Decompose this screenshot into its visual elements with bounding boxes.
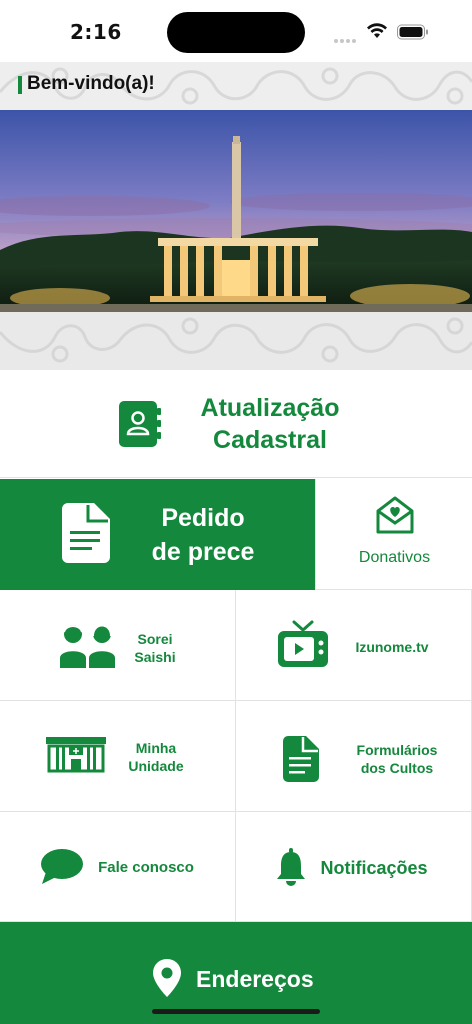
heart-envelope-icon <box>376 496 414 534</box>
home-indicator[interactable] <box>152 1009 320 1014</box>
formularios-line1: Formulários <box>356 742 438 758</box>
tv-icon <box>278 620 328 667</box>
atualizacao-line1: Atualização <box>200 394 340 422</box>
chat-bubble-icon <box>41 849 83 884</box>
pedido-line1: Pedido <box>161 504 245 532</box>
pedido-de-prece-button[interactable]: Pedido de prece <box>0 479 315 590</box>
sorei-line1: Sorei <box>137 631 173 647</box>
location-pin-icon <box>153 959 181 997</box>
welcome-title: Bem-vindo(a)! <box>27 73 155 94</box>
atualizacao-cadastral-button[interactable]: Atualização Cadastral <box>0 370 472 478</box>
status-bar: 2:16 <box>0 0 472 62</box>
fale-conosco-label: Fale conosco <box>98 859 194 876</box>
minha-unidade-button[interactable]: Minha Unidade <box>0 701 236 812</box>
donativos-label: Donativos <box>358 549 431 566</box>
formularios-line2: dos Cultos <box>360 760 434 776</box>
bell-icon <box>277 848 305 886</box>
enderecos-label: Endereços <box>196 966 314 992</box>
izunome-tv-button[interactable]: Izunome.tv <box>236 590 472 701</box>
cellular-signal-icon <box>334 28 360 43</box>
atualizacao-line2: Cadastral <box>213 426 327 454</box>
temple-icon <box>46 737 106 773</box>
izunome-tv-label: Izunome.tv <box>355 639 429 655</box>
people-icon <box>60 624 115 668</box>
atualizacao-cadastral-label: Atualização Cadastral <box>160 392 380 456</box>
pedido-line2: de prece <box>151 538 255 566</box>
donativos-button[interactable]: Donativos <box>315 479 472 590</box>
sorei-saishi-label: Sorei Saishi <box>122 630 188 666</box>
status-time: 2:16 <box>70 20 122 44</box>
battery-icon <box>397 24 428 40</box>
welcome-accent-bar <box>18 76 22 94</box>
minha-unidade-line2: Unidade <box>128 758 184 774</box>
form-document-icon <box>283 736 319 782</box>
fale-conosco-button[interactable]: Fale conosco <box>0 812 236 922</box>
sorei-line2: Saishi <box>134 649 176 665</box>
minha-unidade-line1: Minha <box>135 740 177 756</box>
formularios-dos-cultos-label: Formulários dos Cultos <box>340 741 454 777</box>
divider-pattern <box>0 312 472 370</box>
wifi-icon <box>367 23 387 38</box>
formularios-dos-cultos-button[interactable]: Formulários dos Cultos <box>236 701 472 812</box>
hero-image <box>0 110 472 312</box>
pedido-de-prece-label: Pedido de prece <box>128 501 278 569</box>
document-icon <box>62 503 110 563</box>
notificacoes-button[interactable]: Notificações <box>236 812 472 922</box>
sorei-saishi-button[interactable]: Sorei Saishi <box>0 590 236 701</box>
dynamic-island <box>167 12 305 53</box>
address-book-icon <box>119 401 161 447</box>
minha-unidade-label: Minha Unidade <box>112 739 200 775</box>
notificacoes-label: Notificações <box>320 858 428 878</box>
